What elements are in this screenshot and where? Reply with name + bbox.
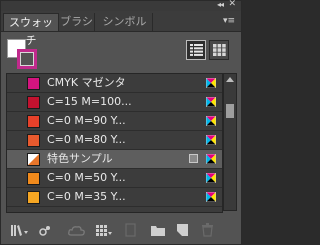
swatch-label: C=0 M=80 Y... (47, 133, 126, 146)
swatch-chip (27, 96, 40, 109)
swatch-row-selected[interactable]: 特色サンプル (7, 150, 222, 169)
swatch-list-scrollbar[interactable] (223, 73, 237, 211)
swatch-label: C=0 M=50 Y... (47, 171, 126, 184)
list-view-button[interactable] (186, 40, 206, 60)
swatch-row[interactable]: CMYK マゼンタ (7, 74, 222, 93)
cmyk-process-icon (206, 192, 216, 202)
swatch-chip (27, 191, 40, 204)
stroke-swatch[interactable] (17, 49, 37, 69)
swatch-label: C=0 M=35 Y... (47, 190, 126, 203)
swatch-chip (27, 115, 40, 128)
cmyk-process-icon (206, 154, 216, 164)
swatch-row[interactable]: C=15 M=100... (7, 93, 222, 112)
panel-title-bar[interactable]: ◂◂ ✕ (1, 0, 241, 11)
swatch-row[interactable]: C=0 M=90 Y... (7, 112, 222, 131)
swatch-library-icon[interactable] (11, 223, 29, 237)
cmyk-process-icon (206, 173, 216, 183)
swatch-row[interactable]: C=0 M=35 Y... (7, 188, 222, 207)
list-view-icon (190, 44, 203, 56)
swatch-options-icon[interactable] (96, 223, 112, 237)
cloud-library-icon[interactable] (68, 223, 86, 237)
cmyk-process-icon (206, 135, 216, 145)
swatch-chip (27, 77, 40, 90)
cmyk-process-icon (206, 97, 216, 107)
swatch-label: C=0 M=90 Y... (47, 114, 126, 127)
delete-swatch-icon[interactable] (201, 223, 214, 237)
swatch-chip (27, 134, 40, 147)
tab-symbols[interactable]: シンボル (97, 13, 153, 31)
new-swatch-icon[interactable] (176, 223, 189, 237)
cmyk-process-icon (206, 116, 216, 126)
collapse-panel-icon[interactable]: ◂◂ (217, 0, 224, 9)
close-panel-icon[interactable]: ✕ (228, 0, 236, 9)
swatch-row[interactable]: C=0 M=50 Y... (7, 169, 222, 188)
panel-menu-icon[interactable]: ▾≡ (223, 16, 235, 26)
tab-brushes[interactable]: ブラシ (59, 13, 95, 31)
swatch-edit-icon[interactable] (125, 223, 137, 237)
swatch-label: 特色サンプル (47, 152, 113, 165)
swatch-row[interactable]: C=0 M=80 Y... (7, 131, 222, 150)
swatches-panel: ◂◂ ✕ スウォッチ ブラシ シンボル ▾≡ CMYK マゼンタ C=15 M=… (0, 0, 242, 245)
spot-swatch-chip (27, 153, 40, 166)
tab-swatches[interactable]: スウォッチ (3, 13, 59, 47)
swatch-chip (27, 172, 40, 185)
show-swatch-kinds-icon[interactable] (39, 223, 53, 237)
swatch-label: CMYK マゼンタ (47, 76, 126, 89)
scrollbar-thumb[interactable] (226, 104, 234, 118)
thumbnail-view-icon (213, 44, 226, 56)
panel-bottom-toolbar (1, 215, 241, 244)
view-mode-buttons (186, 40, 230, 60)
spot-color-icon (10, 77, 21, 89)
scroll-up-arrow-icon[interactable] (226, 77, 234, 82)
cmyk-process-icon (206, 78, 216, 88)
swatch-list: CMYK マゼンタ C=15 M=100... C=0 M=90 Y... C=… (6, 73, 223, 213)
spot-color-icon (189, 154, 198, 163)
fill-stroke-indicator (7, 39, 37, 69)
thumbnail-view-button[interactable] (209, 40, 229, 60)
new-color-group-icon[interactable] (151, 223, 165, 237)
panel-tab-row: スウォッチ ブラシ シンボル ▾≡ (1, 11, 241, 47)
swatch-label: C=15 M=100... (47, 95, 132, 108)
